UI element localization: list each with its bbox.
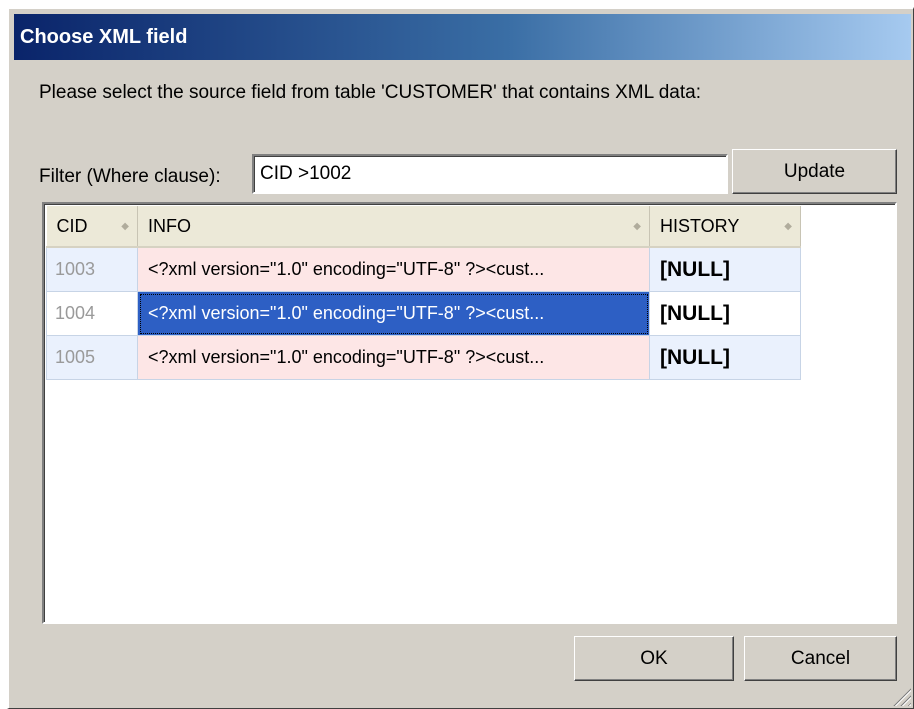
column-header-info[interactable]: INFO ◆ [137,206,650,248]
cell-cid[interactable]: 1005 [46,335,138,380]
cell-cid[interactable]: 1004 [46,291,138,336]
update-button[interactable]: Update [732,149,897,194]
cell-history[interactable]: [NULL] [649,246,801,292]
column-header-history-label: HISTORY [660,215,740,236]
dialog-title: Choose XML field [20,26,188,48]
table-row[interactable]: 1004 <?xml version="1.0" encoding="UTF-8… [46,291,801,336]
filter-where-input[interactable] [252,154,728,194]
column-header-cid[interactable]: CID ◆ [46,206,138,248]
sort-indicator-icon: ◆ [633,220,641,232]
cell-info-selected[interactable]: <?xml version="1.0" encoding="UTF-8" ?><… [137,291,650,336]
table-row[interactable]: 1005 <?xml version="1.0" encoding="UTF-8… [46,335,801,380]
column-header-history[interactable]: HISTORY ◆ [649,206,801,248]
table-row[interactable]: 1003 <?xml version="1.0" encoding="UTF-8… [46,246,801,292]
cell-cid[interactable]: 1003 [46,246,138,292]
choose-xml-field-dialog: Choose XML field Please select the sourc… [7,7,914,709]
cell-info[interactable]: <?xml version="1.0" encoding="UTF-8" ?><… [137,335,650,380]
sort-indicator-icon: ◆ [784,220,792,232]
ok-button[interactable]: OK [574,636,734,681]
filter-label: Filter (Where clause): [39,166,221,187]
title-bar[interactable]: Choose XML field [14,14,911,60]
records-table: CID ◆ INFO ◆ HISTORY ◆ 1003 <?xml version="… [46,206,801,380]
cell-info[interactable]: <?xml version="1.0" encoding="UTF-8" ?><… [137,246,650,292]
cell-history[interactable]: [NULL] [649,335,801,380]
xml-field-grid[interactable]: CID ◆ INFO ◆ HISTORY ◆ 1003 <?xml version="… [42,202,897,624]
column-header-cid-label: CID [56,215,88,236]
cancel-button[interactable]: Cancel [744,636,897,681]
instruction-text: Please select the source field from tabl… [39,82,702,103]
cell-history[interactable]: [NULL] [649,291,801,336]
resize-grip-icon[interactable] [893,688,911,706]
column-header-info-label: INFO [148,215,191,236]
table-header-row: CID ◆ INFO ◆ HISTORY ◆ [46,206,801,248]
sort-indicator-icon: ◆ [121,220,129,232]
